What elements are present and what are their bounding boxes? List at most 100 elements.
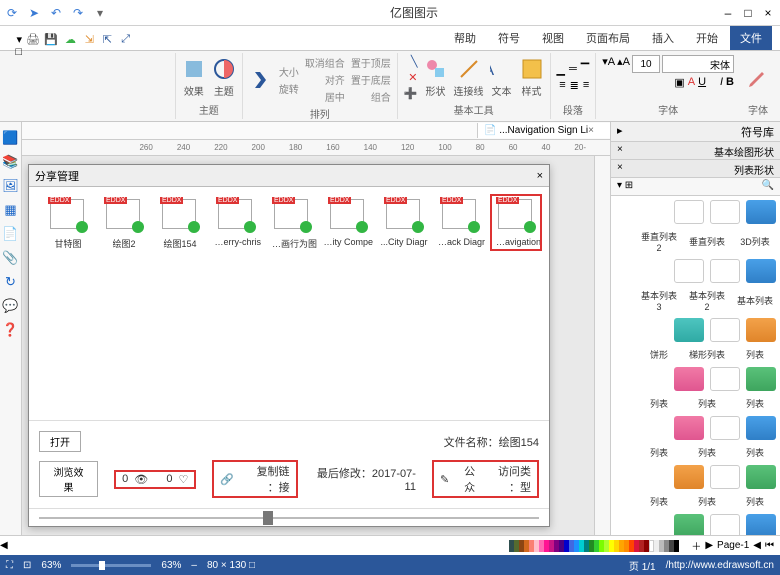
preview-button[interactable]: 浏览效果 [39, 461, 98, 497]
help-icon[interactable]: ❓ [2, 322, 18, 338]
align[interactable]: 对齐 [305, 72, 345, 87]
fit-icon[interactable]: ⊡ [23, 560, 31, 571]
tab-insert[interactable]: 插入 [642, 26, 684, 50]
size[interactable]: 大小 [279, 64, 299, 79]
page-add-icon[interactable]: ＋ [691, 538, 701, 553]
table-icon[interactable]: ▦ [4, 202, 16, 218]
tab-home[interactable]: 开始 [686, 26, 728, 50]
doc-icon[interactable]: 📄 [2, 226, 18, 242]
like-icon[interactable]: ♡ [178, 473, 188, 486]
expand-icon[interactable]: ⤢ [116, 33, 130, 47]
thumb-item[interactable]: EDDXCity Compe... [323, 195, 373, 250]
refresh-icon[interactable]: ⟳ [4, 5, 20, 21]
bring-front[interactable]: 置于顶层 [351, 55, 391, 70]
highlight-icon[interactable]: ▣ [674, 76, 684, 90]
align-top-icon[interactable]: ▔ [581, 63, 589, 76]
font-name-input[interactable] [662, 55, 734, 73]
shapes-button[interactable]: 形状 [424, 57, 448, 98]
tab-file[interactable]: 文件 [730, 26, 772, 50]
scroll-left-icon[interactable]: ◀ [0, 540, 8, 551]
open-button[interactable]: 打开 [39, 431, 81, 452]
ungroup[interactable]: 取消组合 [305, 55, 345, 70]
layers-icon[interactable]: 📚 [2, 154, 18, 170]
cloud-icon[interactable]: ☁ [62, 33, 76, 47]
line-icon[interactable]: ╲ [404, 55, 418, 68]
font-size-input[interactable] [632, 55, 660, 73]
tab-close-icon[interactable]: × [588, 125, 594, 136]
cross-icon[interactable]: ✕ [404, 71, 418, 84]
comment-icon[interactable]: 💬 [2, 298, 18, 314]
min-icon[interactable]: – [720, 5, 736, 21]
pencil-button[interactable] [746, 66, 770, 90]
max-icon[interactable]: □ [740, 5, 756, 21]
grid-icon[interactable]: ⊞ ▾ [617, 180, 633, 193]
font-color-icon[interactable]: A [688, 76, 695, 90]
cursor-icon[interactable]: ➤ [26, 5, 42, 21]
align-center-icon[interactable]: ≣ [570, 79, 579, 92]
doc-tab[interactable]: ×Navigation Sign Li... 📄 [477, 123, 610, 138]
shapes-list[interactable]: 3D列表垂直列表垂直列表 2 基本列表基本列表 2基本列表 3 列表梯形列表饼形… [611, 196, 780, 535]
font-inc-icon[interactable]: A▴ [617, 55, 630, 73]
new-icon[interactable]: ▾ □ [8, 33, 22, 47]
align-right-icon[interactable]: ≡ [559, 79, 565, 92]
thumb-item[interactable]: EDDX绘画行为图... [267, 195, 317, 250]
save-icon[interactable]: 💾 [44, 33, 58, 47]
page-prev-icon[interactable]: ◀ [753, 540, 761, 551]
style-button[interactable]: 样式 [520, 57, 544, 98]
zoom-slider[interactable] [71, 564, 151, 567]
close-icon[interactable]: × [760, 5, 776, 21]
panel-sub2[interactable]: 列表形状 [734, 162, 774, 175]
dialog-close-icon[interactable]: × [537, 170, 543, 182]
tab-view[interactable]: 视图 [532, 26, 574, 50]
page-first-icon[interactable]: ⏮ [765, 540, 774, 551]
search-icon[interactable]: 🔍 [762, 180, 774, 193]
close-icon[interactable]: × [617, 144, 623, 157]
tab-layout[interactable]: 页面布局 [576, 26, 640, 50]
print-icon[interactable]: 🖨 [26, 33, 40, 47]
thumb-item[interactable]: EDDXCity Diagr... [379, 195, 429, 250]
color-palette[interactable] [509, 540, 679, 552]
image-icon[interactable]: 🖼 [2, 178, 19, 194]
effect-button[interactable]: 效果 [182, 57, 206, 98]
page-next-icon[interactable]: ▶ [705, 540, 713, 551]
connector-button[interactable]: 连接线 [454, 57, 484, 98]
align-left-icon[interactable]: ≡ [583, 79, 589, 92]
align-bot-icon[interactable]: ▁ [557, 63, 565, 76]
thumb-item[interactable]: EDDXNavigation ... [491, 195, 541, 250]
plus-icon[interactable]: ➕ [404, 87, 418, 100]
thumb-item[interactable]: EDDXRack Diagr... [435, 195, 485, 250]
export-icon[interactable]: ⇱ [98, 33, 112, 47]
italic-icon[interactable]: I [709, 76, 723, 90]
thumb-item[interactable]: EDDX甘特图 [43, 195, 93, 250]
fullscreen-icon[interactable]: ⛶ [6, 560, 13, 571]
import-icon[interactable]: ⇲ [80, 33, 94, 47]
link-icon[interactable]: 🔗 [220, 473, 234, 486]
underline-icon[interactable]: U [698, 76, 706, 90]
group[interactable]: 组合 [351, 89, 391, 104]
font-dec-icon[interactable]: A▾ [602, 55, 615, 73]
edit-icon[interactable]: ✎ [440, 473, 449, 486]
rotate[interactable]: 旋转 [279, 81, 299, 96]
panel-toggle-icon[interactable]: ▸ [617, 124, 623, 139]
clip-icon[interactable]: 📎 [2, 250, 18, 266]
copy-link-box[interactable]: 复制链接：🔗 [212, 460, 297, 498]
close-icon[interactable]: × [617, 162, 623, 175]
bold-icon[interactable]: B [726, 76, 734, 90]
access-type-box[interactable]: 访问类型：公众✎ [432, 460, 539, 498]
redo2-icon[interactable]: ↻ [5, 274, 16, 290]
send-back[interactable]: 置于底层 [351, 72, 391, 87]
tab-help[interactable]: 帮助 [444, 26, 486, 50]
tab-symbols[interactable]: 符号 [488, 26, 530, 50]
align-mid-icon[interactable]: ═ [569, 63, 577, 76]
thumb-item[interactable]: EDDX绘图154 [155, 195, 205, 250]
canvas[interactable]: × 分享管理 EDDXNavigation ... EDDXRack Diagr… [22, 156, 594, 535]
redo-icon[interactable]: ↷ [70, 5, 86, 21]
popup-scrollbar[interactable] [29, 508, 549, 526]
theme-button[interactable]: 主题 [212, 57, 236, 98]
thumb-item[interactable]: EDDXmerry-chris... [211, 195, 261, 250]
find-button[interactable] [249, 68, 273, 92]
theme-icon[interactable]: 🟦 [2, 130, 18, 146]
center[interactable]: 居中 [305, 89, 345, 104]
undo-icon[interactable]: ↶ [48, 5, 64, 21]
thumb-item[interactable]: EDDX绘图2 [99, 195, 149, 250]
